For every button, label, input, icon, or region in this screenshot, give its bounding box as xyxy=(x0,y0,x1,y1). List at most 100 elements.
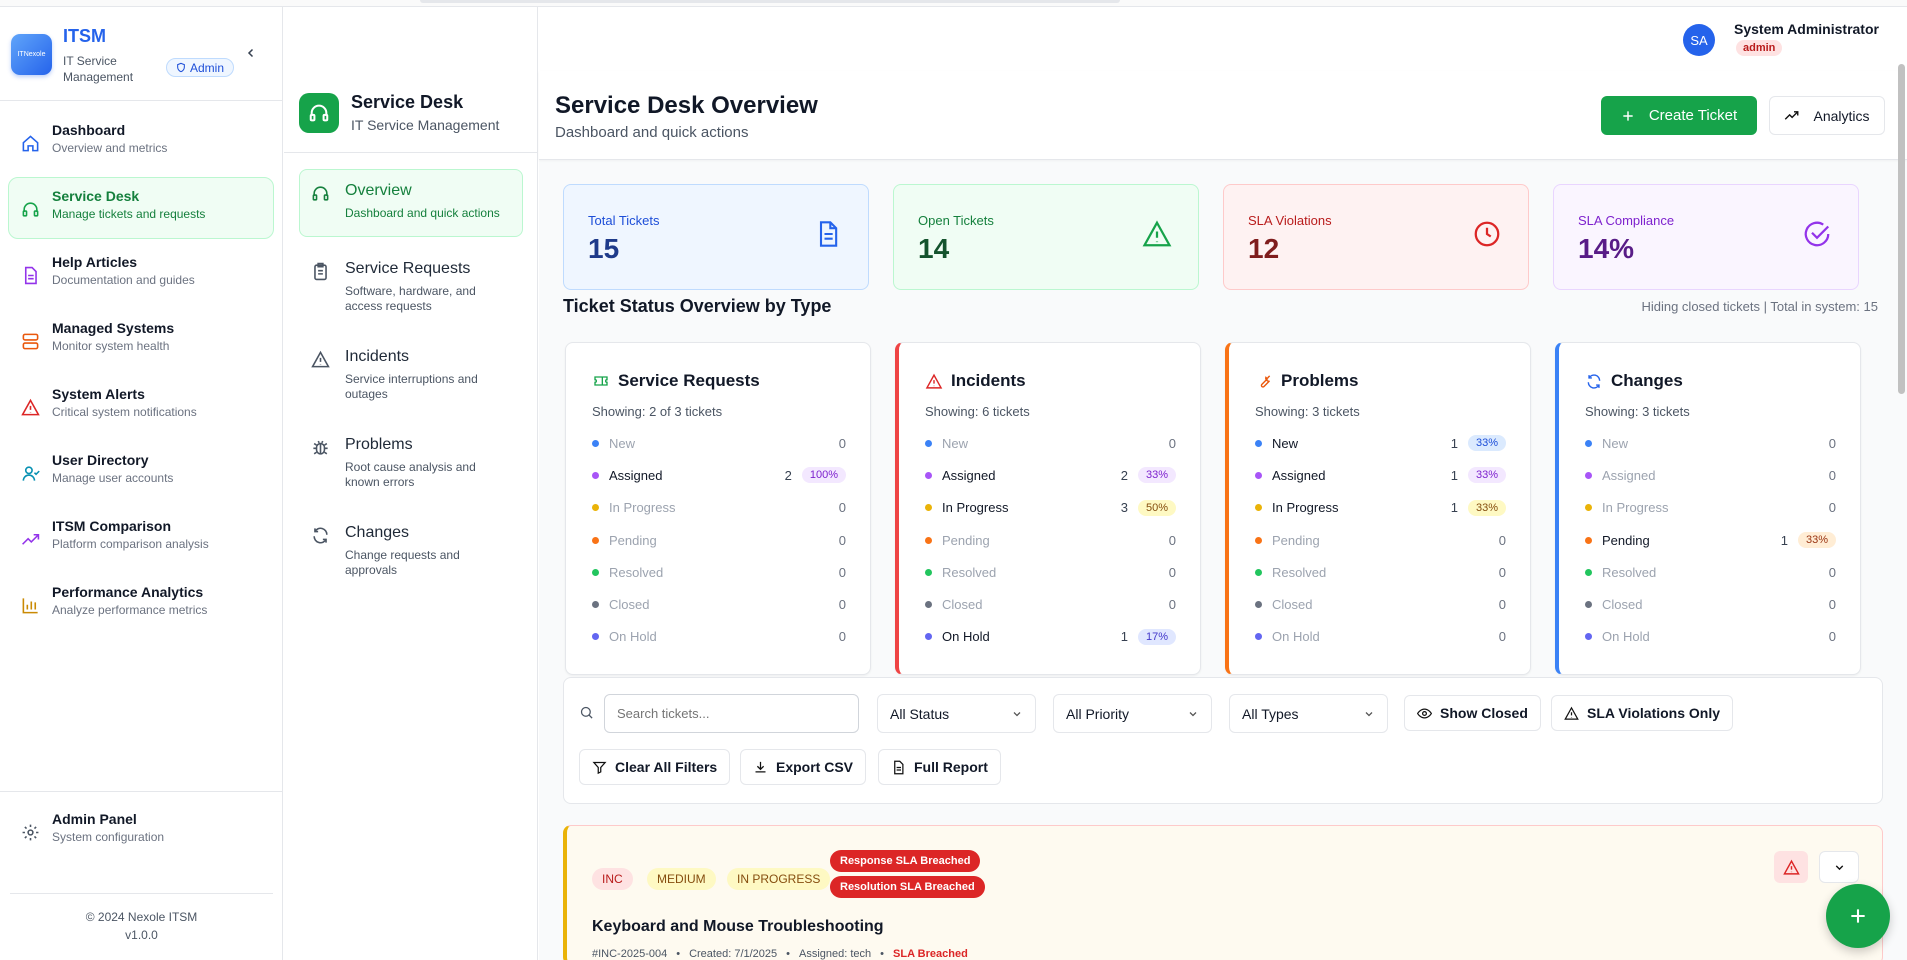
status-name: Closed xyxy=(1602,597,1643,613)
analytics-button[interactable]: Analytics xyxy=(1769,96,1885,135)
ticket-id: #INC-2025-004 xyxy=(592,948,668,960)
collapse-sidebar-button[interactable] xyxy=(245,46,257,64)
alert-triangle-icon xyxy=(311,350,330,372)
status-name: On Hold xyxy=(942,629,990,645)
status-select[interactable]: All Status xyxy=(877,694,1036,733)
status-count: 0 xyxy=(1498,564,1506,580)
status-name: Assigned xyxy=(609,467,663,483)
sidebar-item-itsm-comparison[interactable]: ITSM Comparison Platform comparison anal… xyxy=(8,507,274,569)
status-percent-badge: 17% xyxy=(1137,628,1176,645)
status-row: Closed 0 xyxy=(925,588,1176,620)
status-percent-badge: 100% xyxy=(801,467,846,484)
sidebar-item-admin-panel[interactable]: Admin Panel System configuration xyxy=(8,800,275,862)
status-count: 0 xyxy=(1168,564,1176,580)
status-dot xyxy=(925,601,932,609)
status-dot xyxy=(925,536,932,544)
ticket-alert-button[interactable] xyxy=(1774,851,1808,883)
export-csv-label: Export CSV xyxy=(776,759,854,775)
headset-icon xyxy=(309,104,329,122)
status-dot xyxy=(1585,504,1592,512)
search-input[interactable] xyxy=(604,694,859,733)
sidebar-item-label: Performance Analytics xyxy=(52,584,204,600)
create-ticket-button[interactable]: Create Ticket xyxy=(1601,96,1757,135)
user-name: System Administrator xyxy=(1734,21,1879,37)
status-count: 0 xyxy=(1498,532,1506,548)
sidebar-item-system-alerts[interactable]: System Alerts Critical system notificati… xyxy=(8,375,274,437)
status-dot xyxy=(925,504,932,512)
sla-violations-only-button[interactable]: SLA Violations Only xyxy=(1551,695,1734,731)
status-row: Resolved 0 xyxy=(592,556,846,588)
sidebar-item-label: System Alerts xyxy=(52,386,145,402)
ticket-created: Created: 7/1/2025 xyxy=(689,948,778,960)
sidebar-item-help-articles[interactable]: Help Articles Documentation and guides xyxy=(8,243,274,305)
stat-value: 14% xyxy=(1578,233,1635,264)
sidebar-item-user-directory[interactable]: User Directory Manage user accounts xyxy=(8,441,274,503)
subnav-item-label: Problems xyxy=(345,436,413,453)
headset-icon xyxy=(20,199,40,219)
status-name: In Progress xyxy=(942,500,1009,516)
status-row: Pending 1 33% xyxy=(1585,524,1836,556)
sidebar-item-desc: Manage tickets and requests xyxy=(52,207,206,221)
page-scrollbar[interactable] xyxy=(1897,64,1907,960)
type-select[interactable]: All Types xyxy=(1229,694,1388,733)
avatar[interactable]: SA xyxy=(1683,24,1715,56)
gear-icon xyxy=(20,822,40,842)
type-card-title: Service Requests xyxy=(618,371,760,390)
sidebar-nav: Dashboard Overview and metrics Service D… xyxy=(0,101,282,649)
status-count: 0 xyxy=(1828,564,1836,580)
status-name: Resolved xyxy=(942,564,997,580)
page-scroll-thumb[interactable] xyxy=(1898,64,1905,394)
server-icon xyxy=(20,331,40,351)
status-row: Resolved 0 xyxy=(1585,556,1836,588)
section-title: Ticket Status Overview by Type xyxy=(563,296,832,316)
type-card-problems: Problems Showing: 3 tickets New 1 33% Assig… xyxy=(1225,342,1531,675)
sidebar-item-performance-analytics[interactable]: Performance Analytics Analyze performanc… xyxy=(8,573,274,635)
download-icon xyxy=(755,761,766,772)
sidebar-item-managed-systems[interactable]: Managed Systems Monitor system health xyxy=(8,309,274,371)
status-rows: New 0 Assigned 0 In Progress 0 Pending 1 33% Reso… xyxy=(1585,427,1836,653)
full-report-button[interactable]: Full Report xyxy=(878,749,1001,785)
clear-filters-button[interactable]: Clear All Filters xyxy=(579,749,731,785)
stat-label: Open Tickets xyxy=(918,213,994,228)
subnav-item-overview[interactable]: Overview Dashboard and quick actions xyxy=(299,169,523,237)
ticket-status-badge: IN PROGRESS xyxy=(727,868,831,890)
priority-select-value: All Priority xyxy=(1066,705,1130,722)
user-role-badge: admin xyxy=(1736,40,1783,56)
sidebar-item-dashboard[interactable]: Dashboard Overview and metrics xyxy=(8,111,274,173)
status-row: Pending 0 xyxy=(925,524,1176,556)
export-csv-button[interactable]: Export CSV xyxy=(740,749,867,785)
status-dot xyxy=(925,568,932,576)
sidebar-item-desc: Documentation and guides xyxy=(52,273,195,287)
subnav-item-problems[interactable]: Problems Root cause analysis and known e… xyxy=(299,423,523,501)
ticket-expand-button[interactable] xyxy=(1819,851,1859,883)
status-dot xyxy=(1585,568,1592,576)
subnav-item-desc: Root cause analysis and known errors xyxy=(345,460,476,489)
status-row: Assigned 0 xyxy=(1585,459,1836,491)
stat-label: Total Tickets xyxy=(588,213,660,228)
status-row: Closed 0 xyxy=(1255,588,1506,620)
type-card-changes: Changes Showing: 3 tickets New 0 Assigned 0… xyxy=(1555,342,1861,675)
subnav-item-service-requests[interactable]: Service Requests Software, hardware, and… xyxy=(299,247,523,325)
status-percent-badge: 33% xyxy=(1467,435,1506,452)
subnav-item-incidents[interactable]: Incidents Service interruptions and outa… xyxy=(299,335,523,413)
subnav-item-changes[interactable]: Changes Change requests and approvals xyxy=(299,511,523,589)
alert-triangle-icon xyxy=(1564,706,1579,720)
status-count: 0 xyxy=(838,500,846,516)
type-card-incidents: Incidents Showing: 6 tickets New 0 Assigne… xyxy=(895,342,1201,675)
status-name: Closed xyxy=(942,597,983,613)
sidebar-item-label: Dashboard xyxy=(52,122,126,138)
status-percent-badge: 33% xyxy=(1467,467,1506,484)
home-icon xyxy=(20,133,40,153)
stat-card-sla-violations: SLA Violations 12 xyxy=(1223,184,1529,290)
status-dot xyxy=(1255,536,1262,544)
status-name: Closed xyxy=(1272,597,1313,613)
ticket-card[interactable]: INC MEDIUM IN PROGRESS Response SLA Brea… xyxy=(563,825,1883,960)
chevron-left-icon xyxy=(247,48,254,58)
show-closed-button[interactable]: Show Closed xyxy=(1404,695,1541,731)
sidebar-item-service-desk[interactable]: Service Desk Manage tickets and requests xyxy=(8,177,274,239)
priority-select[interactable]: All Priority xyxy=(1053,694,1212,733)
floating-add-button[interactable] xyxy=(1826,884,1890,948)
clock-icon xyxy=(1472,219,1502,252)
status-name: Pending xyxy=(609,532,657,548)
ticket-title[interactable]: Keyboard and Mouse Troubleshooting xyxy=(592,918,884,936)
